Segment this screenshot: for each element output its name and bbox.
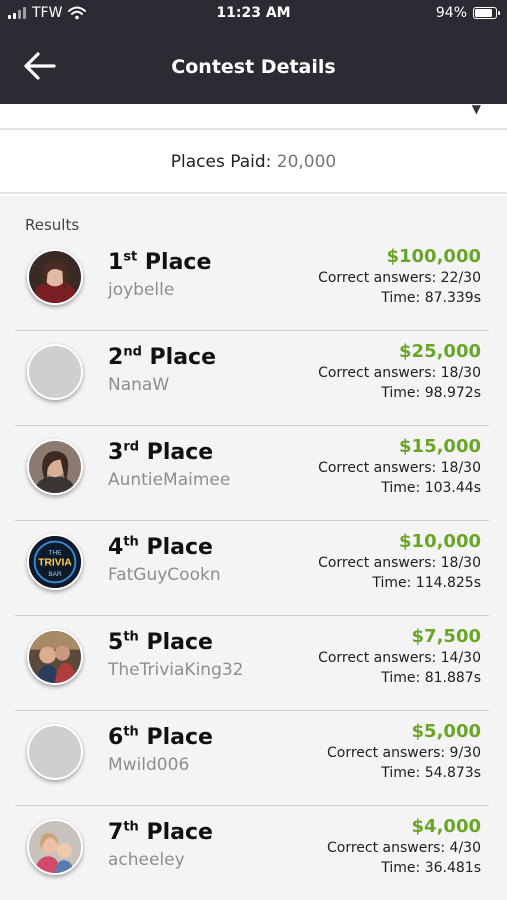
results-section: Results 1st Place joybelle $100,000 Correct…	[0, 196, 507, 900]
results-header: Results	[25, 216, 80, 234]
prize-amount: $4,000	[411, 816, 481, 837]
place-suffix: nd	[123, 344, 142, 360]
place-word: Place	[137, 250, 212, 275]
page-title: Contest Details	[171, 56, 336, 78]
username: Mwild006	[108, 755, 190, 775]
username: joybelle	[108, 280, 175, 300]
correct-answers: Correct answers: 18/30	[318, 460, 481, 476]
place-rank: 6th Place	[108, 725, 213, 750]
place-number: 5	[108, 630, 124, 655]
avatar-placeholder	[27, 344, 83, 400]
result-row[interactable]: 1st Place joybelle $100,000 Correct answers…	[15, 236, 489, 331]
place-word: Place	[141, 345, 217, 370]
place-rank: 3rd Place	[108, 440, 213, 465]
result-row[interactable]: 6th Place Mwild006 $5,000 Correct answers: …	[15, 711, 489, 806]
place-word: Place	[138, 725, 213, 750]
chevron-down-icon[interactable]: ▼	[472, 102, 481, 116]
place-rank: 4th Place	[108, 535, 213, 560]
username: NanaW	[108, 375, 170, 395]
place-suffix: th	[123, 534, 139, 550]
result-row[interactable]: 5th Place TheTriviaKing32 $7,500 Correct an…	[15, 616, 489, 711]
place-rank: 7th Place	[108, 820, 213, 845]
places-paid-value: 20,000	[276, 152, 337, 172]
avatar	[27, 249, 83, 305]
result-row[interactable]: 7th Place acheeley $4,000 Correct answers: …	[15, 806, 489, 900]
time: Time: 114.825s	[372, 575, 481, 591]
status-bar: TFW 11:23 AM 94%	[0, 0, 507, 28]
correct-answers: Correct answers: 18/30	[318, 365, 481, 381]
place-suffix: th	[123, 724, 139, 740]
username: FatGuyCookn	[108, 565, 221, 585]
place-rank: 1st Place	[108, 250, 211, 275]
svg-text:THE: THE	[49, 550, 63, 557]
username: TheTriviaKing32	[108, 660, 244, 680]
result-row[interactable]: THE TRIVIA BAR 4th Place FatGuyCookn $10,000 C…	[15, 521, 489, 616]
correct-answers: Correct answers: 14/30	[318, 650, 481, 666]
place-number: 7	[108, 820, 124, 845]
correct-answers: Correct answers: 22/30	[318, 270, 481, 286]
time: Time: 36.481s	[381, 860, 481, 876]
nav-bar: Contest Details	[0, 28, 507, 104]
correct-answers: Correct answers: 4/30	[326, 840, 481, 856]
time: Time: 103.44s	[381, 480, 481, 496]
result-row[interactable]: 3rd Place AuntieMaimee $15,000 Correct answ…	[15, 426, 489, 521]
battery-icon	[473, 7, 500, 19]
battery-percent: 94%	[435, 5, 467, 21]
time: Time: 54.873s	[381, 765, 481, 781]
place-word: Place	[139, 440, 214, 465]
battery-level	[475, 9, 492, 17]
place-suffix: th	[123, 819, 139, 835]
avatar	[27, 629, 83, 685]
place-suffix: th	[123, 629, 139, 645]
correct-answers: Correct answers: 18/30	[318, 555, 481, 571]
place-rank: 2nd Place	[108, 345, 216, 370]
place-word: Place	[138, 820, 213, 845]
avatar-logo: THE TRIVIA BAR	[27, 534, 83, 590]
place-suffix: rd	[123, 439, 140, 455]
correct-answers: Correct answers: 9/30	[326, 745, 481, 761]
places-paid-label: Places Paid:	[170, 152, 272, 172]
svg-text:BAR: BAR	[48, 571, 62, 578]
avatar-placeholder	[27, 724, 83, 780]
username: AuntieMaimee	[108, 470, 231, 490]
place-number: 4	[108, 535, 124, 560]
prize-amount: $25,000	[399, 341, 481, 362]
prize-amount: $100,000	[386, 246, 481, 267]
place-word: Place	[138, 630, 213, 655]
time: Time: 98.972s	[381, 385, 481, 401]
place-word: Place	[138, 535, 213, 560]
prize-amount: $10,000	[399, 531, 481, 552]
svg-text:TRIVIA: TRIVIA	[38, 558, 72, 569]
avatar	[27, 819, 83, 875]
prize-amount: $15,000	[399, 436, 481, 457]
place-number: 1	[108, 250, 124, 275]
places-paid-row: Places Paid: 20,000	[0, 132, 507, 194]
time: Time: 87.339s	[381, 290, 481, 306]
place-number: 6	[108, 725, 124, 750]
avatar	[27, 439, 83, 495]
prize-amount: $5,000	[411, 721, 481, 742]
status-time: 11:23 AM	[216, 5, 291, 21]
username: acheeley	[108, 850, 185, 870]
place-suffix: st	[123, 249, 138, 265]
place-rank: 5th Place	[108, 630, 213, 655]
place-number: 3	[108, 440, 124, 465]
place-number: 2	[108, 345, 124, 370]
prize-amount: $7,500	[411, 626, 481, 647]
time: Time: 81.887s	[381, 670, 481, 686]
status-right: 94%	[435, 5, 500, 21]
result-row[interactable]: 2nd Place NanaW $25,000 Correct answers: 18…	[15, 331, 489, 426]
collapsed-section-strip: ▼	[0, 102, 507, 130]
